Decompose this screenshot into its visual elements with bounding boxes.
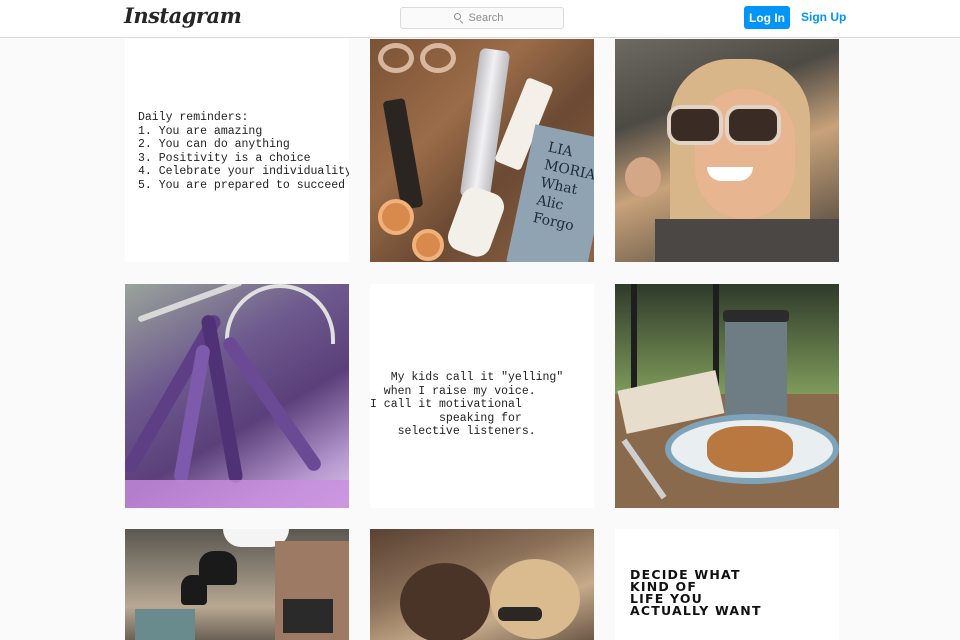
post-tile-cafe-photo[interactable]: [125, 529, 349, 640]
post-tile-selfie-photo[interactable]: [615, 39, 839, 262]
signup-link[interactable]: Sign Up: [801, 10, 846, 24]
post-tile-decide-quote[interactable]: DECIDE WHAT KIND OF LIFE YOU ACTUALLY WA…: [615, 529, 839, 640]
post-text: My kids call it "yelling" when I raise m…: [370, 371, 564, 439]
top-nav-bar: Instagram Log In Sign Up: [0, 0, 960, 38]
post-text: Daily reminders: 1. You are amazing 2. Y…: [138, 111, 349, 192]
post-tile-friends-photo[interactable]: [370, 529, 594, 640]
search-input[interactable]: [468, 12, 511, 24]
post-tile-skincare-photo[interactable]: LIA MORIA What Alic Forgo: [370, 39, 594, 262]
post-tile-kids-quote[interactable]: My kids call it "yelling" when I raise m…: [370, 284, 594, 508]
login-button[interactable]: Log In: [744, 6, 790, 29]
instagram-logo[interactable]: Instagram: [124, 3, 242, 28]
post-tile-lavender-photo[interactable]: [125, 284, 349, 508]
search-icon: [453, 13, 464, 24]
post-text: DECIDE WHAT KIND OF LIFE YOU ACTUALLY WA…: [630, 567, 762, 618]
post-tile-coffee-photo[interactable]: [615, 284, 839, 508]
search-box[interactable]: [400, 7, 564, 29]
post-tile-daily-reminders[interactable]: Daily reminders: 1. You are amazing 2. Y…: [125, 39, 349, 262]
quote-line: DECIDE WHAT KIND OF LIFE YOU ACTUALLY WA…: [630, 567, 762, 618]
